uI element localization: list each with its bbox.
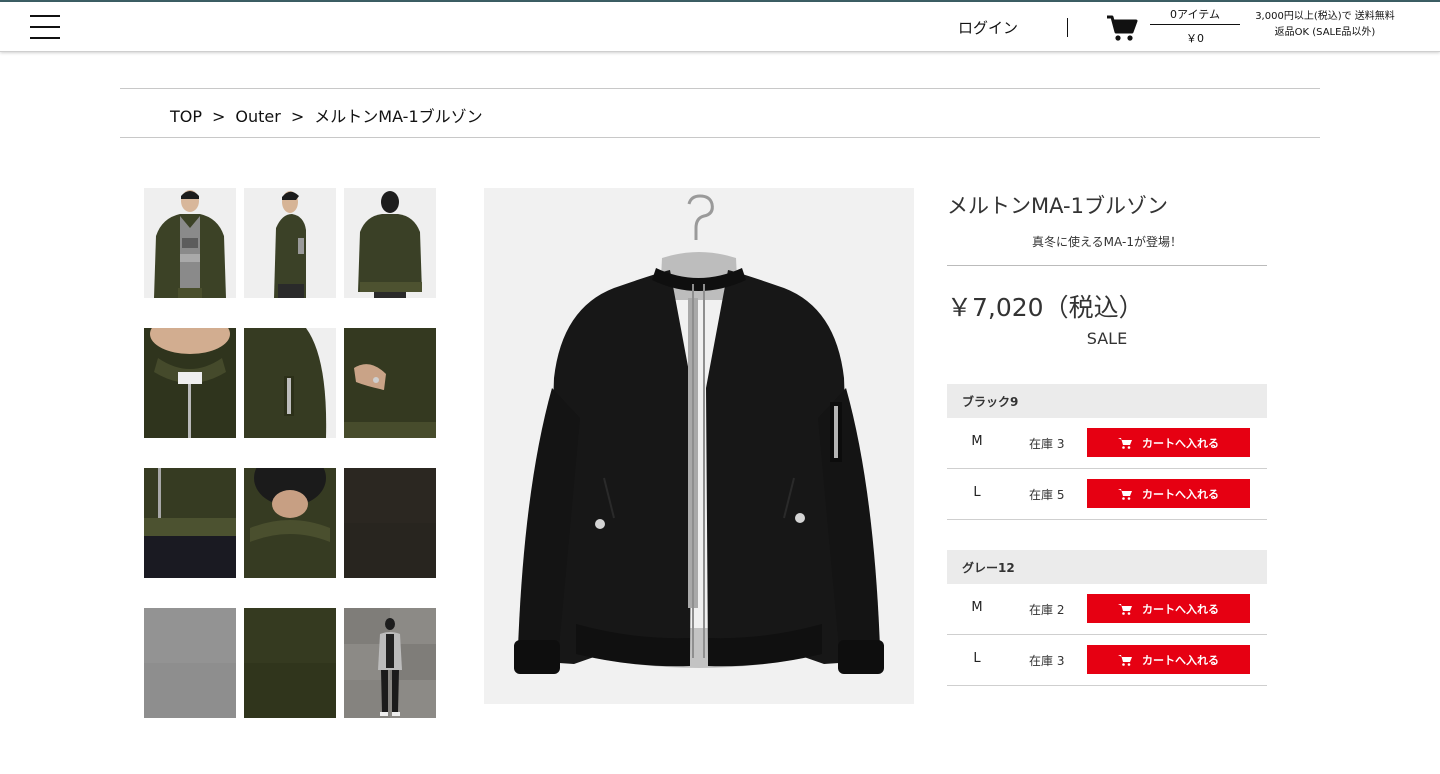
stock-label: 在庫 3 [1029,437,1065,451]
variant-row-black-m: M 在庫 3 カートへ入れる [947,418,1267,469]
thumbnail-front-model[interactable] [144,188,236,298]
cart-summary-divider [1150,24,1240,25]
product-title: メルトンMA-1ブルゾン [947,194,1168,218]
thumbnail-back-collar[interactable] [244,468,336,578]
product-price: ￥7,020（税込） [947,293,1144,322]
shopping-cart-icon [1118,603,1132,615]
add-to-cart-label: カートへ入れる [1142,653,1219,667]
size-label: L [973,651,981,666]
thumbnail-sleeve-pocket[interactable] [244,328,336,438]
add-to-cart-button[interactable]: カートへ入れる [1087,594,1250,623]
size-label: L [973,485,981,500]
variant-header-grey: グレー12 [947,550,1267,584]
cart-total[interactable]: ￥0 [1150,30,1240,46]
thumbnail-back-model[interactable] [344,188,436,298]
header-divider [1067,18,1068,37]
thumbnail-hem-rib[interactable] [144,468,236,578]
breadcrumb-bottom-rule [120,137,1320,138]
add-to-cart-button[interactable]: カートへ入れる [1087,428,1250,457]
shipping-notice: 3,000円以上(税込)で 送料無料 返品OK (SALE品以外) [1244,9,1406,41]
breadcrumb: TOP > Outer > メルトンMA-1ブルゾン [170,103,483,127]
login-link[interactable]: ログイン [958,17,1018,38]
stock-label: 在庫 5 [1029,488,1065,502]
variant-row-black-l: L 在庫 5 カートへ入れる [947,469,1267,520]
shipping-notice-line2: 返品OK (SALE品以外) [1274,27,1376,38]
variant-row-grey-l: L 在庫 3 カートへ入れる [947,635,1267,686]
variant-header-black: ブラック9 [947,384,1267,418]
breadcrumb-outer[interactable]: Outer [235,107,280,126]
variant-color-name: ブラック9 [962,395,1019,409]
product-divider [947,265,1267,266]
site-header: ログイン 0アイテム ￥0 3,000円以上(税込)で 送料無料 返品OK (S… [0,2,1440,52]
sale-label: SALE [1086,329,1128,348]
add-to-cart-label: カートへ入れる [1142,487,1219,501]
add-to-cart-button[interactable]: カートへ入れる [1087,479,1250,508]
cart-item-count[interactable]: 0アイテム [1150,6,1240,22]
shopping-cart-icon [1118,488,1132,500]
stock-label: 在庫 3 [1029,654,1065,668]
variant-row-grey-m: M 在庫 2 カートへ入れる [947,584,1267,635]
breadcrumb-separator: > [212,107,226,126]
shopping-cart-icon[interactable] [1106,14,1138,42]
thumbnail-fabric-khaki[interactable] [244,608,336,718]
thumbnail-fabric-grey[interactable] [144,608,236,718]
breadcrumb-current: メルトンMA-1ブルゾン [314,107,483,126]
thumbnail-side-pocket[interactable] [344,328,436,438]
breadcrumb-top[interactable]: TOP [170,107,202,126]
size-label: M [971,600,983,615]
thumbnail-fabric-black[interactable] [344,468,436,578]
stock-label: 在庫 2 [1029,603,1065,617]
variant-color-name: グレー12 [962,561,1015,575]
shipping-notice-line1: 3,000円以上(税込)で 送料無料 [1255,11,1395,22]
thumbnail-collar-closeup[interactable] [144,328,236,438]
add-to-cart-label: カートへ入れる [1142,436,1219,450]
breadcrumb-separator: > [290,107,305,126]
size-label: M [971,434,983,449]
add-to-cart-label: カートへ入れる [1142,602,1219,616]
breadcrumb-top-rule [120,88,1320,89]
shopping-cart-icon [1118,437,1132,449]
shopping-cart-icon [1118,654,1132,666]
main-product-image[interactable] [484,188,914,704]
add-to-cart-button[interactable]: カートへ入れる [1087,645,1250,674]
product-catch-copy: 真冬に使えるMA-1が登場！ [1032,235,1182,249]
thumbnail-model-street[interactable] [344,608,436,718]
hamburger-menu-icon[interactable] [30,15,60,39]
thumbnail-side-model[interactable] [244,188,336,298]
